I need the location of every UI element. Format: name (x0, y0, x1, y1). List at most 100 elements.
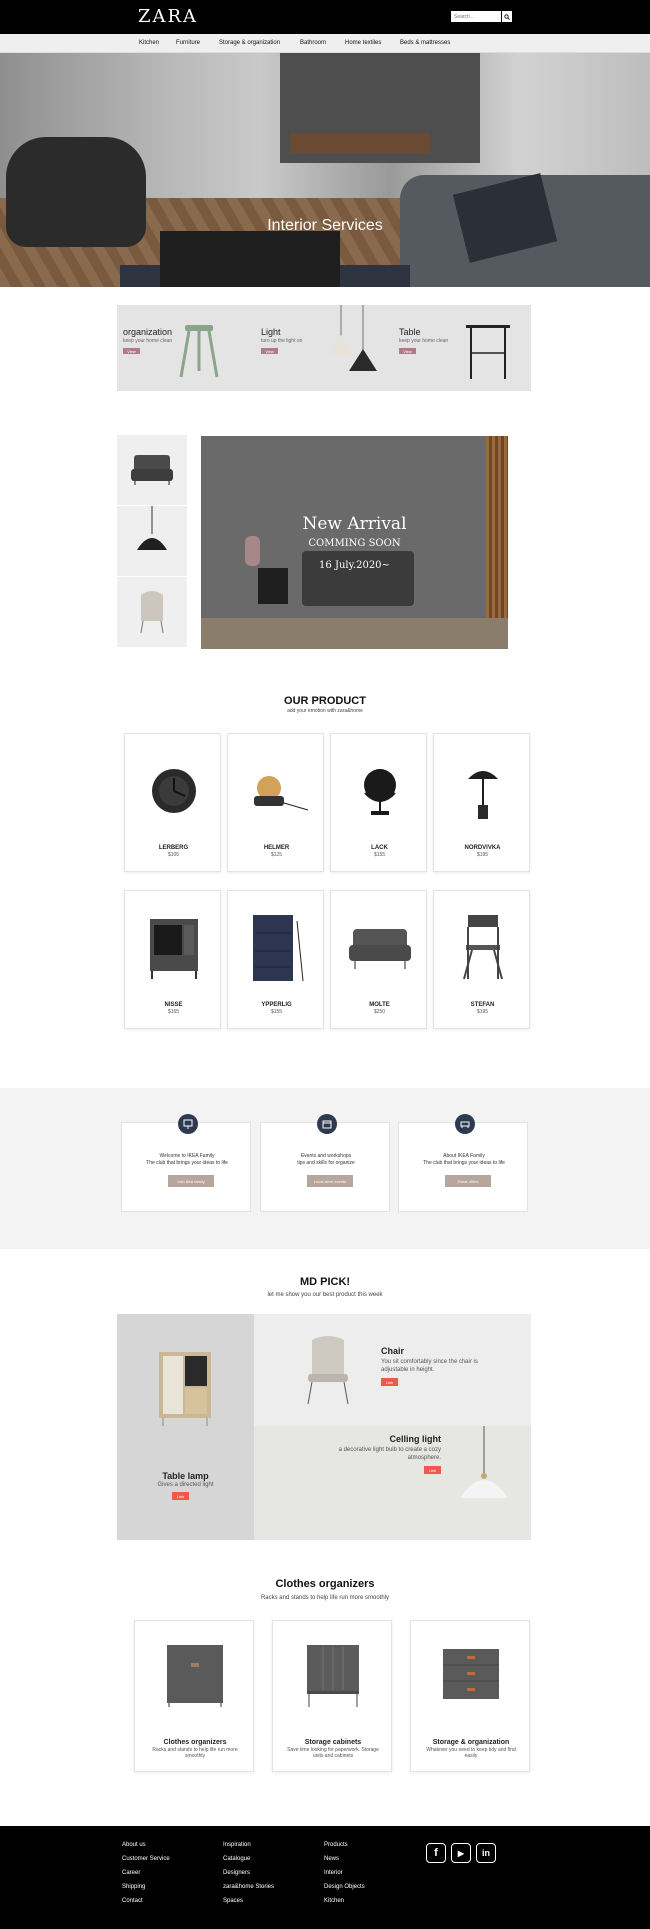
category-desc: turn up the light on (261, 338, 303, 344)
clothes-card[interactable]: Clothes organizers Racks and stands to h… (134, 1620, 254, 1772)
product-section-title: OUR PRODUCT (284, 695, 366, 707)
chair-icon (462, 915, 503, 980)
category-view-button[interactable]: View (123, 348, 140, 354)
category-view-button[interactable]: View (399, 348, 416, 354)
family-text: Welcome to IKEA Family The club that brin… (146, 1153, 228, 1166)
product-image (228, 742, 325, 840)
facebook-icon[interactable]: f (426, 1843, 446, 1863)
linkedin-icon[interactable]: in (476, 1843, 496, 1863)
table-lamp-title: Table lamp (162, 1471, 209, 1481)
product-card[interactable]: MOLTE $250 (330, 890, 427, 1029)
footer-link[interactable]: Shipping (122, 1884, 145, 1890)
nav-item-furniture[interactable]: Furniture (176, 40, 200, 46)
arrival-subtitle: COMMING SOON (308, 538, 401, 549)
pendant-lamp-icon (137, 506, 167, 550)
nav-item-beds[interactable]: Beds & mattresses (400, 40, 450, 46)
globe-icon (363, 769, 396, 815)
category-desc: keep your home clean (123, 338, 173, 344)
nav-item-kitchen[interactable]: Kitchen (139, 40, 159, 46)
main-nav: Kitchen Furniture Storage & organization… (0, 34, 650, 53)
product-image (331, 742, 428, 840)
armchair-icon (348, 929, 411, 969)
clothes-card-title: Storage & organization (432, 1739, 510, 1746)
product-card[interactable]: NORDVIVKA $195 (433, 733, 530, 872)
arrival-title: New Arrival (302, 514, 407, 534)
footer-link[interactable]: Spaces (223, 1898, 243, 1904)
zara-logo[interactable]: ZARA (138, 6, 198, 27)
product-price: $195 (476, 852, 489, 858)
table-lamp-link-button[interactable]: Link (172, 1492, 189, 1500)
thumb-armchair[interactable] (117, 435, 187, 505)
footer-link[interactable]: Interior (324, 1870, 343, 1876)
footer-link[interactable]: Contact (122, 1898, 143, 1904)
table-lamp-desc: Gives a directed light (157, 1482, 214, 1488)
product-card[interactable]: STEFAN $195 (433, 890, 530, 1029)
clothes-card-title: Clothes organizers (163, 1739, 227, 1746)
chair-link-button[interactable]: Link (381, 1378, 398, 1386)
join-family-button[interactable]: Join ikea family (168, 1175, 214, 1187)
product-name: YPPERLIG (261, 1002, 292, 1008)
mdpick-chair-panel[interactable]: Chair You sit comfortably since the chai… (254, 1314, 531, 1426)
footer-link[interactable]: Designers (223, 1870, 250, 1876)
product-name: NORDVIVKA (464, 845, 501, 851)
pendant-lamp-icon (329, 305, 377, 371)
footer-link[interactable]: Design Objects (324, 1884, 365, 1890)
footer-link[interactable]: zara&home Stories (223, 1884, 274, 1890)
product-card[interactable]: NISSE $165 (124, 890, 221, 1029)
thumb-chair[interactable] (117, 577, 187, 647)
search-input[interactable] (451, 11, 501, 22)
presentation-icon (178, 1114, 198, 1134)
clothes-card-desc: Racks and stands to help life run more s… (152, 1747, 238, 1759)
product-price: $105 (167, 852, 180, 858)
search-icon (504, 13, 510, 20)
category-view-button[interactable]: View (261, 348, 278, 354)
category-table[interactable]: Table keep your home clean View (393, 305, 531, 391)
family-card: About IKEA Family The club that brings yo… (398, 1114, 528, 1212)
footer-link[interactable]: Kitchen (324, 1898, 344, 1904)
product-card[interactable]: LERBERG $105 (124, 733, 221, 872)
footer-link[interactable]: About us (122, 1842, 146, 1848)
chair-desc: You sit comfortably since the chair is a… (381, 1359, 478, 1373)
mdpick-panel: Table lamp Gives a directed light Link C… (117, 1314, 531, 1540)
footer-link[interactable]: Customer Service (122, 1856, 170, 1862)
ceiling-light-link-button[interactable]: Link (424, 1466, 441, 1474)
category-desc: keep your home clean (399, 338, 449, 344)
clothes-card[interactable]: Storage & organization Whatever you need… (410, 1620, 530, 1772)
store-events-button[interactable]: Local store events (307, 1175, 353, 1187)
chair-icon (307, 1336, 349, 1405)
footer-link[interactable]: Career (122, 1870, 140, 1876)
product-name: LERBERG (158, 845, 189, 851)
footer-link[interactable]: Products (324, 1842, 348, 1848)
youtube-icon[interactable]: ▶ (451, 1843, 471, 1863)
product-card[interactable]: HELMER $125 (227, 733, 324, 872)
cabinet-icon (149, 919, 198, 979)
footer-link[interactable]: News (324, 1856, 339, 1862)
footer-link[interactable]: Inspiration (223, 1842, 251, 1848)
mdpick-ceiling-light-panel[interactable]: Celling light a decorative light bulb to… (254, 1426, 531, 1540)
thumb-pendant-lamp[interactable] (117, 506, 187, 576)
mdpick-table-lamp-panel[interactable]: Table lamp Gives a directed light Link (117, 1314, 254, 1540)
product-name: MOLTE (369, 1002, 390, 1008)
product-name: HELMER (263, 845, 290, 851)
family-card: Welcome to IKEA Family The club that brin… (121, 1114, 251, 1212)
product-card[interactable]: YPPERLIG $155 (227, 890, 324, 1029)
clothes-card[interactable]: Storage cabinets Save time looking for p… (272, 1620, 392, 1772)
arrival-date: 16 July.2020~ (319, 560, 390, 571)
footer-link[interactable]: Catalogue (223, 1856, 250, 1862)
armchair-icon (131, 455, 173, 485)
nav-item-storage[interactable]: Storage & organization (219, 40, 280, 46)
search-button[interactable] (502, 11, 512, 22)
product-card[interactable]: LACK $155 (330, 733, 427, 872)
nav-item-textiles[interactable]: Home textiles (345, 40, 381, 46)
great-offers-button[interactable]: Great offers (445, 1175, 491, 1187)
product-price: $195 (476, 1009, 489, 1015)
hero-banner: Interior Services (0, 53, 650, 287)
category-organization[interactable]: organization keep your home clean View (117, 305, 255, 391)
dresser-icon (443, 1649, 499, 1699)
family-section: Welcome to IKEA Family The club that brin… (0, 1088, 650, 1249)
category-light[interactable]: Light turn up the light on View (255, 305, 393, 391)
clothes-title: Clothes organizers (275, 1578, 375, 1590)
nav-item-bathroom[interactable]: Bathroom (300, 40, 326, 46)
mdpick-subtitle: let me show you our best product this we… (267, 1292, 383, 1298)
product-price: $165 (167, 1009, 180, 1015)
